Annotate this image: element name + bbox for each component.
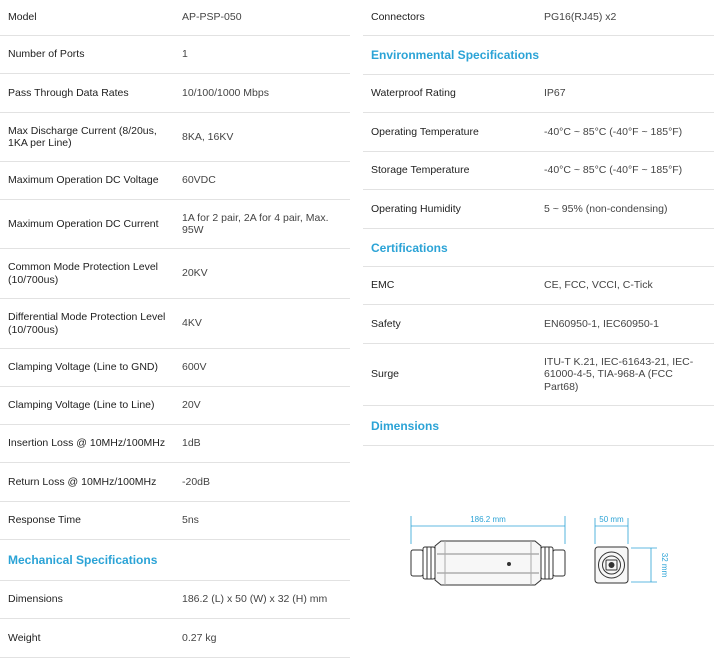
spec-label: Number of Ports [8,48,85,61]
spec-row-waterproof: Waterproof Rating IP67 [363,75,714,113]
dimension-drawing: 186.2 mm 50 mm 32 mm [363,446,714,665]
spec-value: 600V [182,361,207,374]
device-end-view [594,546,629,584]
spec-row-max-dc-voltage: Maximum Operation DC Voltage 60VDC [0,162,350,200]
spec-row-clamping-line-line: Clamping Voltage (Line to Line) 20V [0,387,350,425]
spec-value: 1A for 2 pair, 2A for 4 pair, Max. 95W [182,211,329,236]
spec-label: Operating Humidity [371,202,461,215]
spec-value: 10/100/1000 Mbps [182,86,269,99]
spec-value: 1dB [182,437,201,450]
spec-label: Surge [371,368,400,381]
spec-label: Dimensions [8,593,63,606]
spec-row-number-of-ports: Number of Ports 1 [0,36,350,74]
spec-value: -40°C ~ 85°C (-40°F ~ 185°F) [544,164,683,177]
spec-value: 5 ~ 95% (non-condensing) [544,202,668,215]
spec-row-storage-temperature: Storage Temperature -40°C ~ 85°C (-40°F … [363,152,714,190]
spec-label: Insertion Loss @ 10MHz/100MHz [8,437,166,450]
spec-row-operating-temperature: Operating Temperature -40°C ~ 85°C (-40°… [363,113,714,152]
spec-row-operating-humidity: Operating Humidity 5 ~ 95% (non-condensi… [363,190,714,229]
spec-row-common-mode-protection: Common Mode Protection Level (10/700us) … [0,249,350,299]
spec-label: Waterproof Rating [371,87,456,100]
spec-label: Model [8,11,37,24]
spec-value: 4KV [182,317,202,330]
spec-value: IP67 [544,87,566,100]
height-dimension-line [631,547,657,583]
spec-row-differential-mode-protection: Differential Mode Protection Level (10/7… [0,299,350,349]
spec-row-clamping-line-gnd: Clamping Voltage (Line to GND) 600V [0,349,350,387]
spec-label: Return Loss @ 10MHz/100MHz [8,475,157,488]
spec-label: Max Discharge Current (8/20us, 1KA per L… [8,124,157,149]
spec-value: 60VDC [182,174,216,187]
device-line-drawing: 186.2 mm 50 mm 32 mm [410,515,669,586]
spec-value: 20V [182,399,201,412]
spec-value: -20dB [182,475,211,488]
spec-label: Operating Temperature [371,125,479,138]
spec-row-dimensions: Dimensions 186.2 (L) x 50 (W) x 32 (H) m… [0,581,350,619]
spec-value: 0.27 kg [182,631,217,644]
spec-label: EMC [371,279,395,292]
spec-row-data-rates: Pass Through Data Rates 10/100/1000 Mbps [0,74,350,113]
spec-label: Common Mode Protection Level (10/700us) [8,261,158,286]
spec-row-response-time: Response Time 5ns [0,502,350,540]
spec-value: 5ns [182,514,199,527]
spec-row-connectors: Connectors PG16(RJ45) x2 [363,0,714,36]
spec-value: EN60950-1, IEC60950-1 [544,317,659,330]
spec-row-max-dc-current: Maximum Operation DC Current 1A for 2 pa… [0,200,350,249]
section-heading-dimensions: Dimensions [363,406,714,446]
spec-value: ITU-T K.21, IEC-61643-21, IEC-61000-4-5,… [544,356,694,393]
spec-row-max-discharge-current: Max Discharge Current (8/20us, 1KA per L… [0,113,350,162]
spec-row-weight: Weight 0.27 kg [0,619,350,658]
spec-value: 186.2 (L) x 50 (W) x 32 (H) mm [182,593,328,606]
spec-value: -40°C ~ 85°C (-40°F ~ 185°F) [544,125,683,138]
section-heading-certifications: Certifications [363,229,714,267]
spec-row-emc: EMC CE, FCC, VCCI, C-Tick [363,267,714,305]
specs-left-column: Model AP-PSP-050 Number of Ports 1 Pass … [0,0,350,658]
device-side-view [410,540,566,586]
spec-label: Clamping Voltage (Line to Line) [8,399,155,412]
width-dimension-label: 50 mm [599,515,624,524]
spec-value: 8KA, 16KV [182,130,234,143]
spec-label: Differential Mode Protection Level (10/7… [8,311,166,336]
spec-label: Pass Through Data Rates [8,86,129,99]
spec-label: Connectors [371,11,425,24]
spec-value: PG16(RJ45) x2 [544,11,617,24]
spec-row-model: Model AP-PSP-050 [0,0,350,36]
spec-row-surge: Surge ITU-T K.21, IEC-61643-21, IEC-6100… [363,344,714,406]
spec-value: 1 [182,48,188,61]
spec-value: AP-PSP-050 [182,11,242,24]
spec-row-insertion-loss: Insertion Loss @ 10MHz/100MHz 1dB [0,425,350,463]
spec-label: Weight [8,631,41,644]
length-dimension-label: 186.2 mm [470,515,506,524]
spec-label: Safety [371,317,401,330]
spec-value: 20KV [182,267,208,280]
spec-row-return-loss: Return Loss @ 10MHz/100MHz -20dB [0,463,350,502]
section-heading-mechanical: Mechanical Specifications [0,540,350,581]
spec-row-safety: Safety EN60950-1, IEC60950-1 [363,305,714,344]
section-heading-environmental: Environmental Specifications [363,36,714,75]
spec-label: Response Time [8,514,81,527]
spec-label: Maximum Operation DC Current [8,217,159,230]
height-dimension-label: 32 mm [660,553,669,578]
spec-value: CE, FCC, VCCI, C-Tick [544,279,653,292]
spec-label: Storage Temperature [371,164,470,177]
spec-label: Clamping Voltage (Line to GND) [8,361,158,374]
spec-label: Maximum Operation DC Voltage [8,174,159,187]
specs-right-column: Connectors PG16(RJ45) x2 Environmental S… [363,0,714,446]
